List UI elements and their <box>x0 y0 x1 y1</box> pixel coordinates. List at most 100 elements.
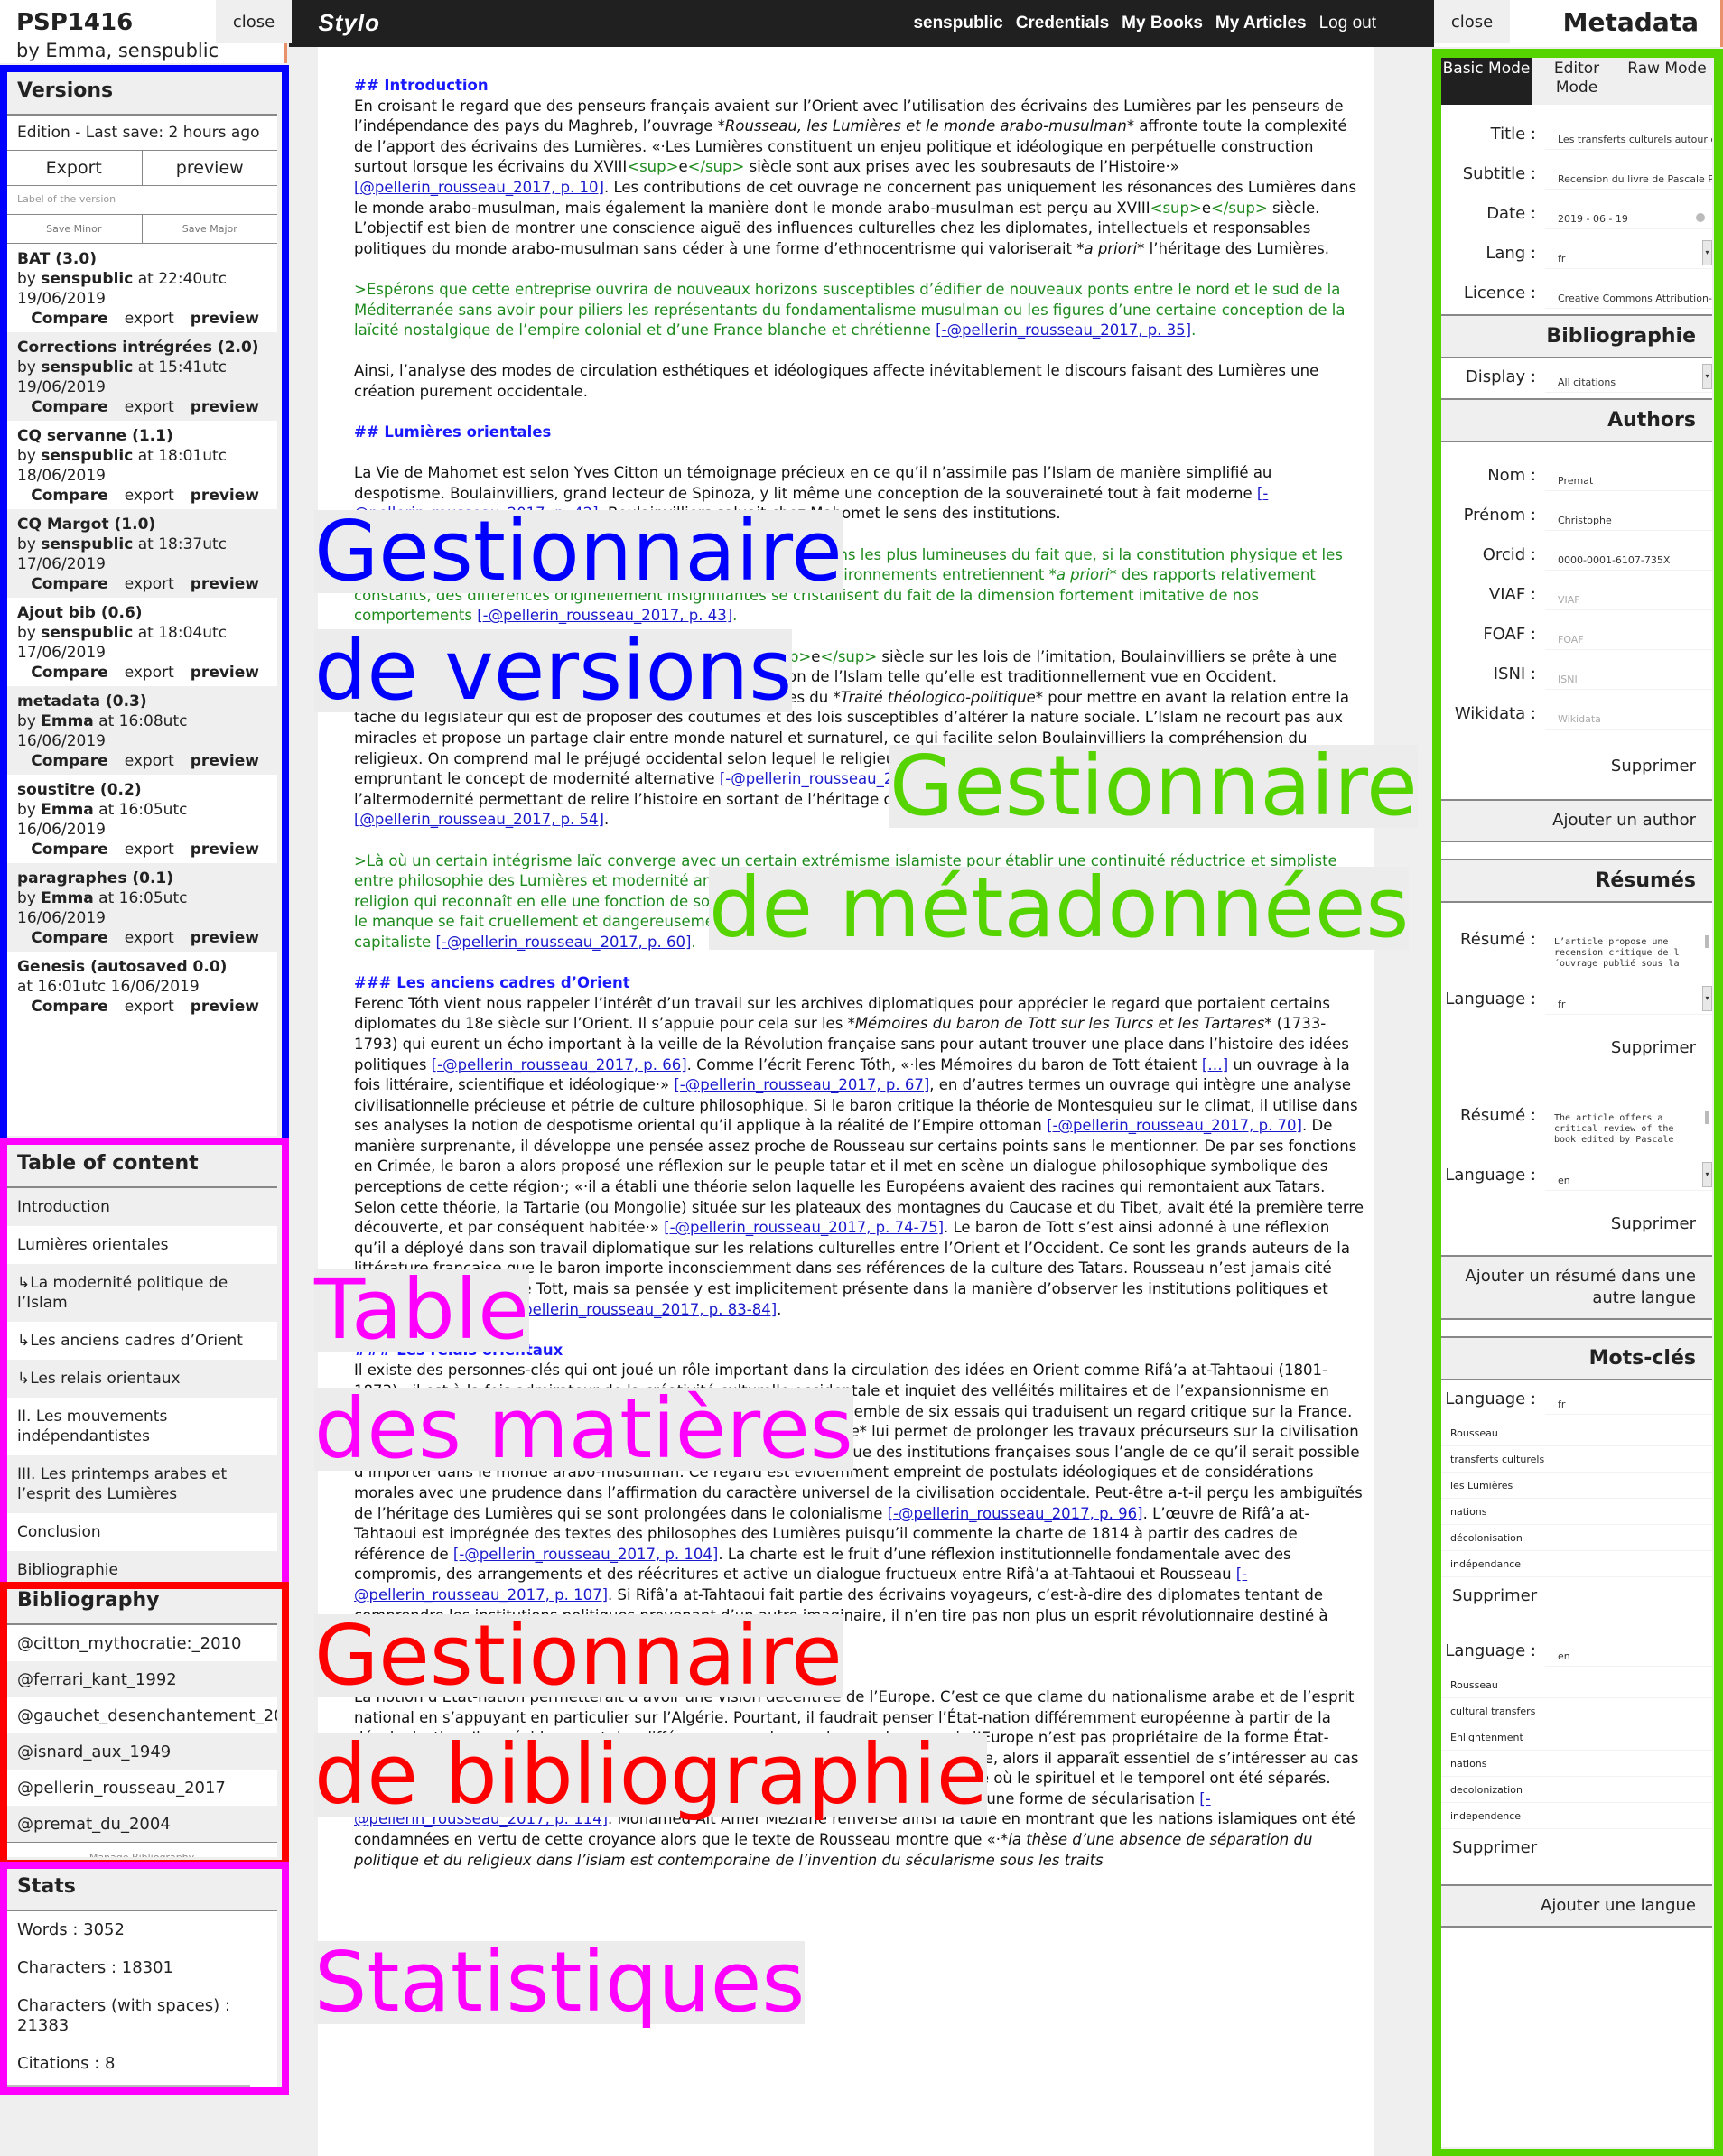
compare-button[interactable]: Compare <box>31 751 107 771</box>
field-input[interactable]: Les transferts culturels autour de Rouss… <box>1545 121 1712 150</box>
bibliography-item[interactable]: @premat_du_2004 <box>6 1806 277 1842</box>
version-item[interactable]: soustitre (0.2) by Emma at 16:05utc 16/06… <box>6 775 277 863</box>
preview-button[interactable]: preview <box>141 151 278 185</box>
citation-link[interactable]: [-@pellerin_rousseau_2017, p. 107] <box>354 1566 1247 1603</box>
close-metadata-button[interactable]: close <box>1434 0 1510 43</box>
export-version-button[interactable]: export <box>125 663 174 683</box>
preview-version-button[interactable]: preview <box>191 574 259 594</box>
compare-button[interactable]: Compare <box>31 574 107 594</box>
export-version-button[interactable]: export <box>125 751 174 771</box>
citation-link[interactable]: [-@pellerin_rousseau_2017, p. 104] <box>453 1546 718 1563</box>
delete-author-button[interactable]: Supprimer <box>1441 735 1712 799</box>
keyword-item[interactable]: Rousseau <box>1441 1672 1712 1698</box>
version-item[interactable]: CQ servanne (1.1) by senspublic at 18:01u… <box>6 421 277 509</box>
clear-date-icon[interactable] <box>1696 213 1705 222</box>
toc-item[interactable]: II. Les mouvements indépendantistes <box>6 1398 277 1455</box>
citation-link[interactable]: [-@pellerin_rousseau_2017, p. 70] <box>1047 1117 1302 1134</box>
nav-my-books[interactable]: My Books <box>1122 14 1203 33</box>
nav-credentials[interactable]: Credentials <box>1016 14 1109 33</box>
bibliography-item[interactable]: @citton_mythocratie:_2010 <box>6 1625 277 1661</box>
bibliography-item[interactable]: @isnard_aux_1949 <box>6 1733 277 1770</box>
scrollbar[interactable] <box>1705 935 1709 948</box>
keyword-item[interactable]: nations <box>1441 1499 1712 1525</box>
version-item[interactable]: Corrections intrégrées (2.0) by senspubli… <box>6 332 277 421</box>
author-input[interactable]: Christophe <box>1545 502 1712 531</box>
preview-version-button[interactable]: preview <box>191 663 259 683</box>
author-input[interactable]: Wikidata <box>1545 701 1712 730</box>
field-input[interactable]: 2019 - 06 - 19 <box>1545 200 1712 229</box>
close-sidebar-button[interactable]: close <box>216 0 292 43</box>
export-version-button[interactable]: export <box>125 997 174 1017</box>
chevron-down-icon[interactable]: ▾ <box>1702 240 1712 265</box>
toc-item[interactable]: III. Les printemps arabes et l’esprit de… <box>6 1455 277 1513</box>
preview-version-button[interactable]: preview <box>191 840 259 860</box>
export-version-button[interactable]: export <box>125 840 174 860</box>
preview-version-button[interactable]: preview <box>191 997 259 1017</box>
preview-version-button[interactable]: preview <box>191 486 259 506</box>
preview-version-button[interactable]: preview <box>191 309 259 329</box>
nav-user[interactable]: senspublic <box>913 14 1002 33</box>
toc-item[interactable]: Introduction <box>6 1188 277 1226</box>
bibliography-item[interactable]: @ferrari_kant_1992 <box>6 1661 277 1697</box>
compare-button[interactable]: Compare <box>31 928 107 948</box>
export-version-button[interactable]: export <box>125 397 174 417</box>
toc-item[interactable]: Lumières orientales <box>6 1226 277 1264</box>
compare-button[interactable]: Compare <box>31 397 107 417</box>
field-input[interactable]: Creative Commons Attribution-ShareAlike <box>1545 280 1712 309</box>
compare-button[interactable]: Compare <box>31 663 107 683</box>
horizontal-scrollbar[interactable] <box>6 2085 250 2088</box>
compare-button[interactable]: Compare <box>31 840 107 860</box>
save-major-button[interactable]: Save Major <box>141 215 278 243</box>
tab-raw-mode[interactable]: Raw Mode <box>1622 52 1712 105</box>
language-select[interactable]: fr ▾ <box>1545 986 1712 1015</box>
keyword-language-input[interactable]: fr <box>1545 1386 1712 1415</box>
scrollbar[interactable] <box>1705 1111 1709 1124</box>
export-version-button[interactable]: export <box>125 309 174 329</box>
stylo-logo[interactable]: _Stylo_ <box>304 9 395 37</box>
compare-button[interactable]: Compare <box>31 309 107 329</box>
citation-link[interactable]: [-@pellerin_rousseau_2017, p. 66] <box>432 1056 687 1073</box>
delete-keywords-button[interactable]: Supprimer <box>1441 1577 1712 1632</box>
version-item[interactable]: paragraphes (0.1) by Emma at 16:05utc 16/… <box>6 863 277 952</box>
resume-textarea[interactable]: L’article propose une recension critique… <box>1545 926 1712 980</box>
keyword-item[interactable]: cultural transfers <box>1441 1698 1712 1724</box>
keyword-item[interactable]: nations <box>1441 1751 1712 1777</box>
export-button[interactable]: Export <box>6 151 142 185</box>
author-input[interactable]: ISNI <box>1545 661 1712 690</box>
compare-button[interactable]: Compare <box>31 997 107 1017</box>
keyword-item[interactable]: Rousseau <box>1441 1420 1712 1446</box>
field-input[interactable]: Recension du livre de Pascale Pellerin <box>1545 161 1712 190</box>
preview-version-button[interactable]: preview <box>191 928 259 948</box>
bibliography-item[interactable]: @gauchet_desenchantement_2005 <box>6 1697 277 1733</box>
manage-bibliography-button[interactable]: Manage Bibliography <box>6 1842 277 1857</box>
add-resume-button[interactable]: Ajouter un résumé dans une autre langue <box>1441 1255 1712 1320</box>
display-select[interactable]: All citations ▾ <box>1545 364 1712 393</box>
add-language-button[interactable]: Ajouter une langue <box>1441 1884 1712 1928</box>
author-input[interactable]: Premat <box>1545 462 1712 491</box>
citation-link[interactable]: [-@pellerin_rousseau_2017, p. 74-75] <box>664 1219 944 1236</box>
version-item[interactable]: Genesis (autosaved 0.0) at 16:01utc 16/06… <box>6 952 277 1020</box>
version-item[interactable]: metadata (0.3) by Emma at 16:08utc 16/06/… <box>6 686 277 775</box>
bibliography-item[interactable]: @pellerin_rousseau_2017 <box>6 1770 277 1806</box>
citation-link[interactable]: [-@pellerin_rousseau_2017, p. 67] <box>674 1076 929 1093</box>
compare-button[interactable]: Compare <box>31 486 107 506</box>
version-item[interactable]: Ajout bib (0.6) by senspublic at 18:04utc… <box>6 598 277 686</box>
tab-basic-mode[interactable]: Basic Mode <box>1441 52 1532 105</box>
preview-version-button[interactable]: preview <box>191 751 259 771</box>
citation-link[interactable]: [-@pellerin_rousseau_2017, p. 35] <box>936 321 1191 339</box>
citation-link[interactable]: [-@pellerin_rousseau_2017, p. 60] <box>435 934 691 951</box>
delete-resume-button[interactable]: Supprimer <box>1441 1196 1712 1255</box>
keyword-item[interactable]: indépendance <box>1441 1551 1712 1577</box>
toc-item[interactable]: Conclusion <box>6 1513 277 1551</box>
keyword-item[interactable]: decolonization <box>1441 1777 1712 1803</box>
toc-item[interactable]: ↳La modernité politique de l’Islam <box>6 1264 277 1322</box>
add-author-button[interactable]: Ajouter un author <box>1441 799 1712 842</box>
preview-version-button[interactable]: preview <box>191 397 259 417</box>
citation-link[interactable]: […] <box>1202 1056 1228 1073</box>
version-item[interactable]: CQ Margot (1.0) by senspublic at 18:37utc… <box>6 509 277 598</box>
keyword-item[interactable]: décolonisation <box>1441 1525 1712 1551</box>
keyword-item[interactable]: independence <box>1441 1803 1712 1829</box>
toc-item[interactable]: ↳Les anciens cadres d’Orient <box>6 1322 277 1360</box>
citation-link[interactable]: [@pellerin_rousseau_2017, p. 54] <box>354 811 604 828</box>
export-version-button[interactable]: export <box>125 928 174 948</box>
